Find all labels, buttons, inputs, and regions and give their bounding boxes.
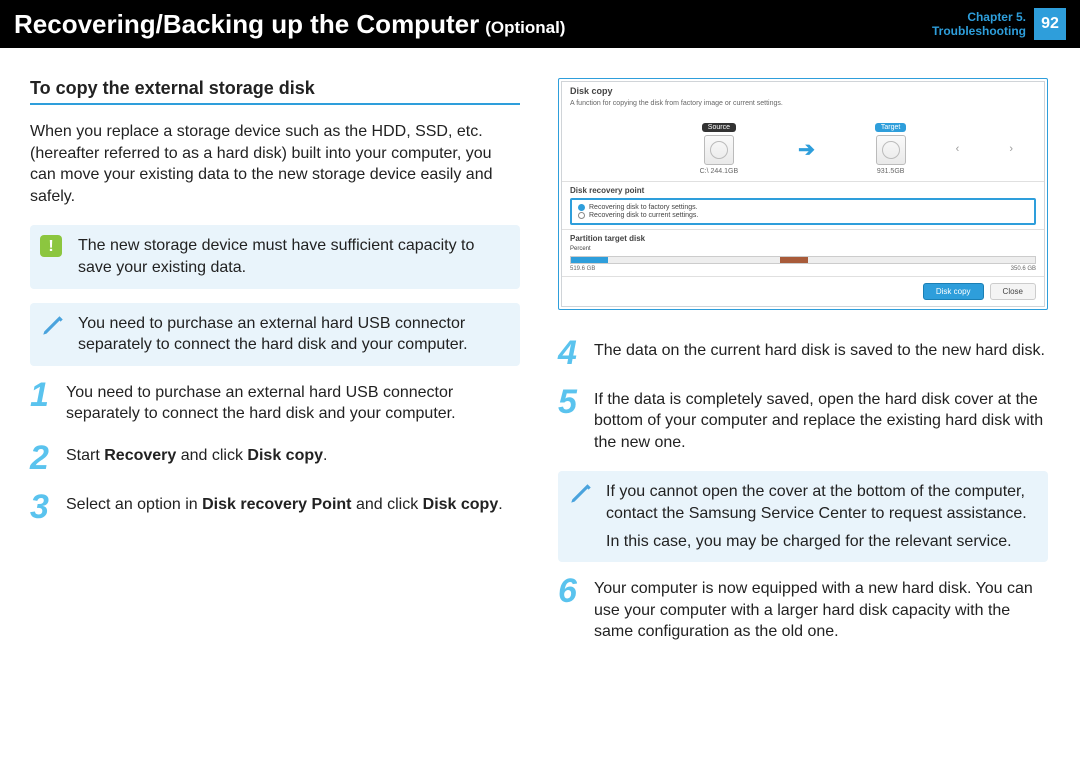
chevron-left-icon[interactable]: ‹ <box>951 140 965 158</box>
step-2: 2 Start Recovery and click Disk copy. <box>30 443 520 474</box>
warning-callout: ! The new storage device must have suffi… <box>30 225 520 288</box>
target-disk: Target 931.5GB <box>875 123 906 175</box>
source-label: Source <box>702 123 736 132</box>
source-disk: Source C:\ 244.1GB <box>700 123 739 175</box>
chevron-right-icon[interactable]: › <box>1004 140 1018 158</box>
step-5-text: If the data is completely saved, open th… <box>594 387 1048 454</box>
partition-title: Partition target disk <box>570 234 1036 243</box>
step-4: 4 The data on the current hard disk is s… <box>558 338 1048 369</box>
screenshot-frame: Disk copy A function for copying the dis… <box>558 78 1048 310</box>
warning-icon: ! <box>40 235 62 257</box>
disk-copy-button[interactable]: Disk copy <box>923 283 984 300</box>
percent-label: Percent <box>570 246 1036 252</box>
source-size: C:\ 244.1GB <box>700 168 739 175</box>
target-size: 931.5GB <box>877 168 905 175</box>
chapter-line2: Troubleshooting <box>932 24 1026 38</box>
chapter-line1: Chapter 5. <box>932 10 1026 24</box>
page-body: To copy the external storage disk When y… <box>0 48 1080 681</box>
step-number: 5 <box>558 387 584 454</box>
left-column: To copy the external storage disk When y… <box>30 78 520 661</box>
disk-copy-dialog: Disk copy A function for copying the dis… <box>561 81 1045 307</box>
step-6-text: Your computer is now equipped with a new… <box>594 576 1048 643</box>
recovery-point-section: Disk recovery point Recovering disk to f… <box>562 181 1044 229</box>
disk-visual: Source C:\ 244.1GB ➔ ‹ › Target 931.5GB <box>562 113 1044 181</box>
recovery-point-title: Disk recovery point <box>570 186 1036 195</box>
section-title: To copy the external storage disk <box>30 78 520 105</box>
radio-icon <box>578 204 585 211</box>
note-icon <box>568 481 594 514</box>
option-current[interactable]: Recovering disk to current settings. <box>578 212 1028 219</box>
step-1-text: You need to purchase an external hard US… <box>66 380 520 425</box>
step-4-text: The data on the current hard disk is sav… <box>594 338 1048 369</box>
partition-labels: 519.6 GB 350.6 GB <box>570 266 1036 272</box>
header-right: Chapter 5. Troubleshooting 92 <box>932 8 1066 40</box>
dialog-title: Disk copy <box>562 82 1044 100</box>
step-number: 4 <box>558 338 584 369</box>
target-nav: ‹ › <box>951 140 1018 158</box>
partition-bar[interactable] <box>570 256 1036 264</box>
arrow-right-icon: ➔ <box>798 137 815 162</box>
step-number: 3 <box>30 492 56 523</box>
page-title-optional: (Optional) <box>485 18 565 38</box>
partition-left-size: 519.6 GB <box>570 266 595 272</box>
recovery-options: Recovering disk to factory settings. Rec… <box>570 198 1036 225</box>
right-column: Disk copy A function for copying the dis… <box>558 78 1048 661</box>
service-note-p2: In this case, you may be charged for the… <box>606 531 1038 553</box>
radio-icon <box>578 212 585 219</box>
step-6: 6 Your computer is now equipped with a n… <box>558 576 1048 643</box>
hdd-icon <box>876 135 906 165</box>
hdd-icon <box>704 135 734 165</box>
note-icon <box>40 313 66 346</box>
target-label: Target <box>875 123 906 132</box>
service-note-p1: If you cannot open the cover at the bott… <box>606 481 1038 524</box>
partition-right-size: 350.6 GB <box>1011 266 1036 272</box>
service-note-callout: If you cannot open the cover at the bott… <box>558 471 1048 562</box>
note-text: You need to purchase an external hard US… <box>78 315 468 354</box>
chapter-label: Chapter 5. Troubleshooting <box>932 10 1026 39</box>
page-number: 92 <box>1034 8 1066 40</box>
step-number: 6 <box>558 576 584 643</box>
note-callout: You need to purchase an external hard US… <box>30 303 520 366</box>
service-note-body: If you cannot open the cover at the bott… <box>606 481 1038 552</box>
dialog-footer: Disk copy Close <box>562 276 1044 306</box>
partition-section: Partition target disk Percent 519.6 GB 3… <box>562 229 1044 276</box>
step-1: 1 You need to purchase an external hard … <box>30 380 520 425</box>
step-3: 3 Select an option in Disk recovery Poin… <box>30 492 520 523</box>
step-number: 2 <box>30 443 56 474</box>
header-left: Recovering/Backing up the Computer (Opti… <box>14 9 565 40</box>
page-title: Recovering/Backing up the Computer <box>14 9 479 40</box>
close-button[interactable]: Close <box>990 283 1036 300</box>
intro-paragraph: When you replace a storage device such a… <box>30 121 520 207</box>
dialog-description: A function for copying the disk from fac… <box>562 100 1044 113</box>
warning-text: The new storage device must have suffici… <box>78 237 474 276</box>
option-factory[interactable]: Recovering disk to factory settings. <box>578 204 1028 211</box>
step-2-text: Start Recovery and click Disk copy. <box>66 443 520 474</box>
step-5: 5 If the data is completely saved, open … <box>558 387 1048 454</box>
page-header: Recovering/Backing up the Computer (Opti… <box>0 0 1080 48</box>
step-3-text: Select an option in Disk recovery Point … <box>66 492 520 523</box>
step-number: 1 <box>30 380 56 425</box>
